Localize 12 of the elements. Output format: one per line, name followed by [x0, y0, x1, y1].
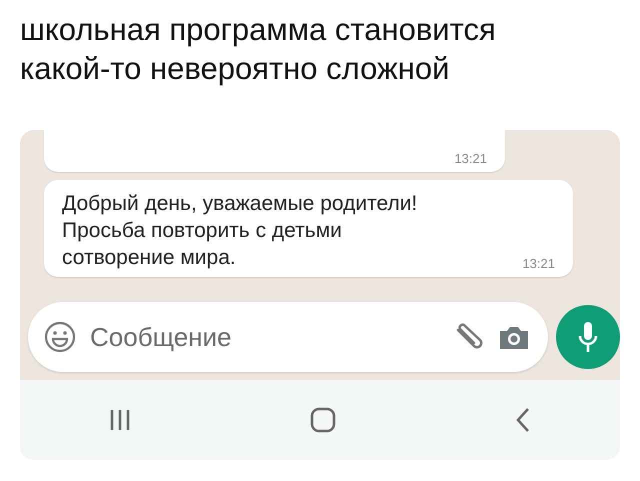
home-button[interactable] — [310, 407, 336, 433]
recent-apps-button[interactable] — [109, 408, 132, 432]
message-text: Добрый день, уважаемые родители! Просьба повторить с детьми сотворение мира. — [62, 191, 418, 271]
message-input[interactable]: Сообщение — [88, 320, 440, 354]
microphone-icon — [577, 320, 599, 354]
emoji-icon[interactable] — [44, 321, 76, 353]
message-field[interactable]: Сообщение — [28, 302, 548, 372]
message-time: 13:21 — [522, 256, 555, 271]
back-button[interactable] — [514, 407, 531, 433]
caption-line: школьная программа становится — [20, 11, 497, 49]
message-time: 13:21 — [454, 151, 487, 166]
caption-line: какой-то невероятно сложной — [20, 50, 450, 88]
